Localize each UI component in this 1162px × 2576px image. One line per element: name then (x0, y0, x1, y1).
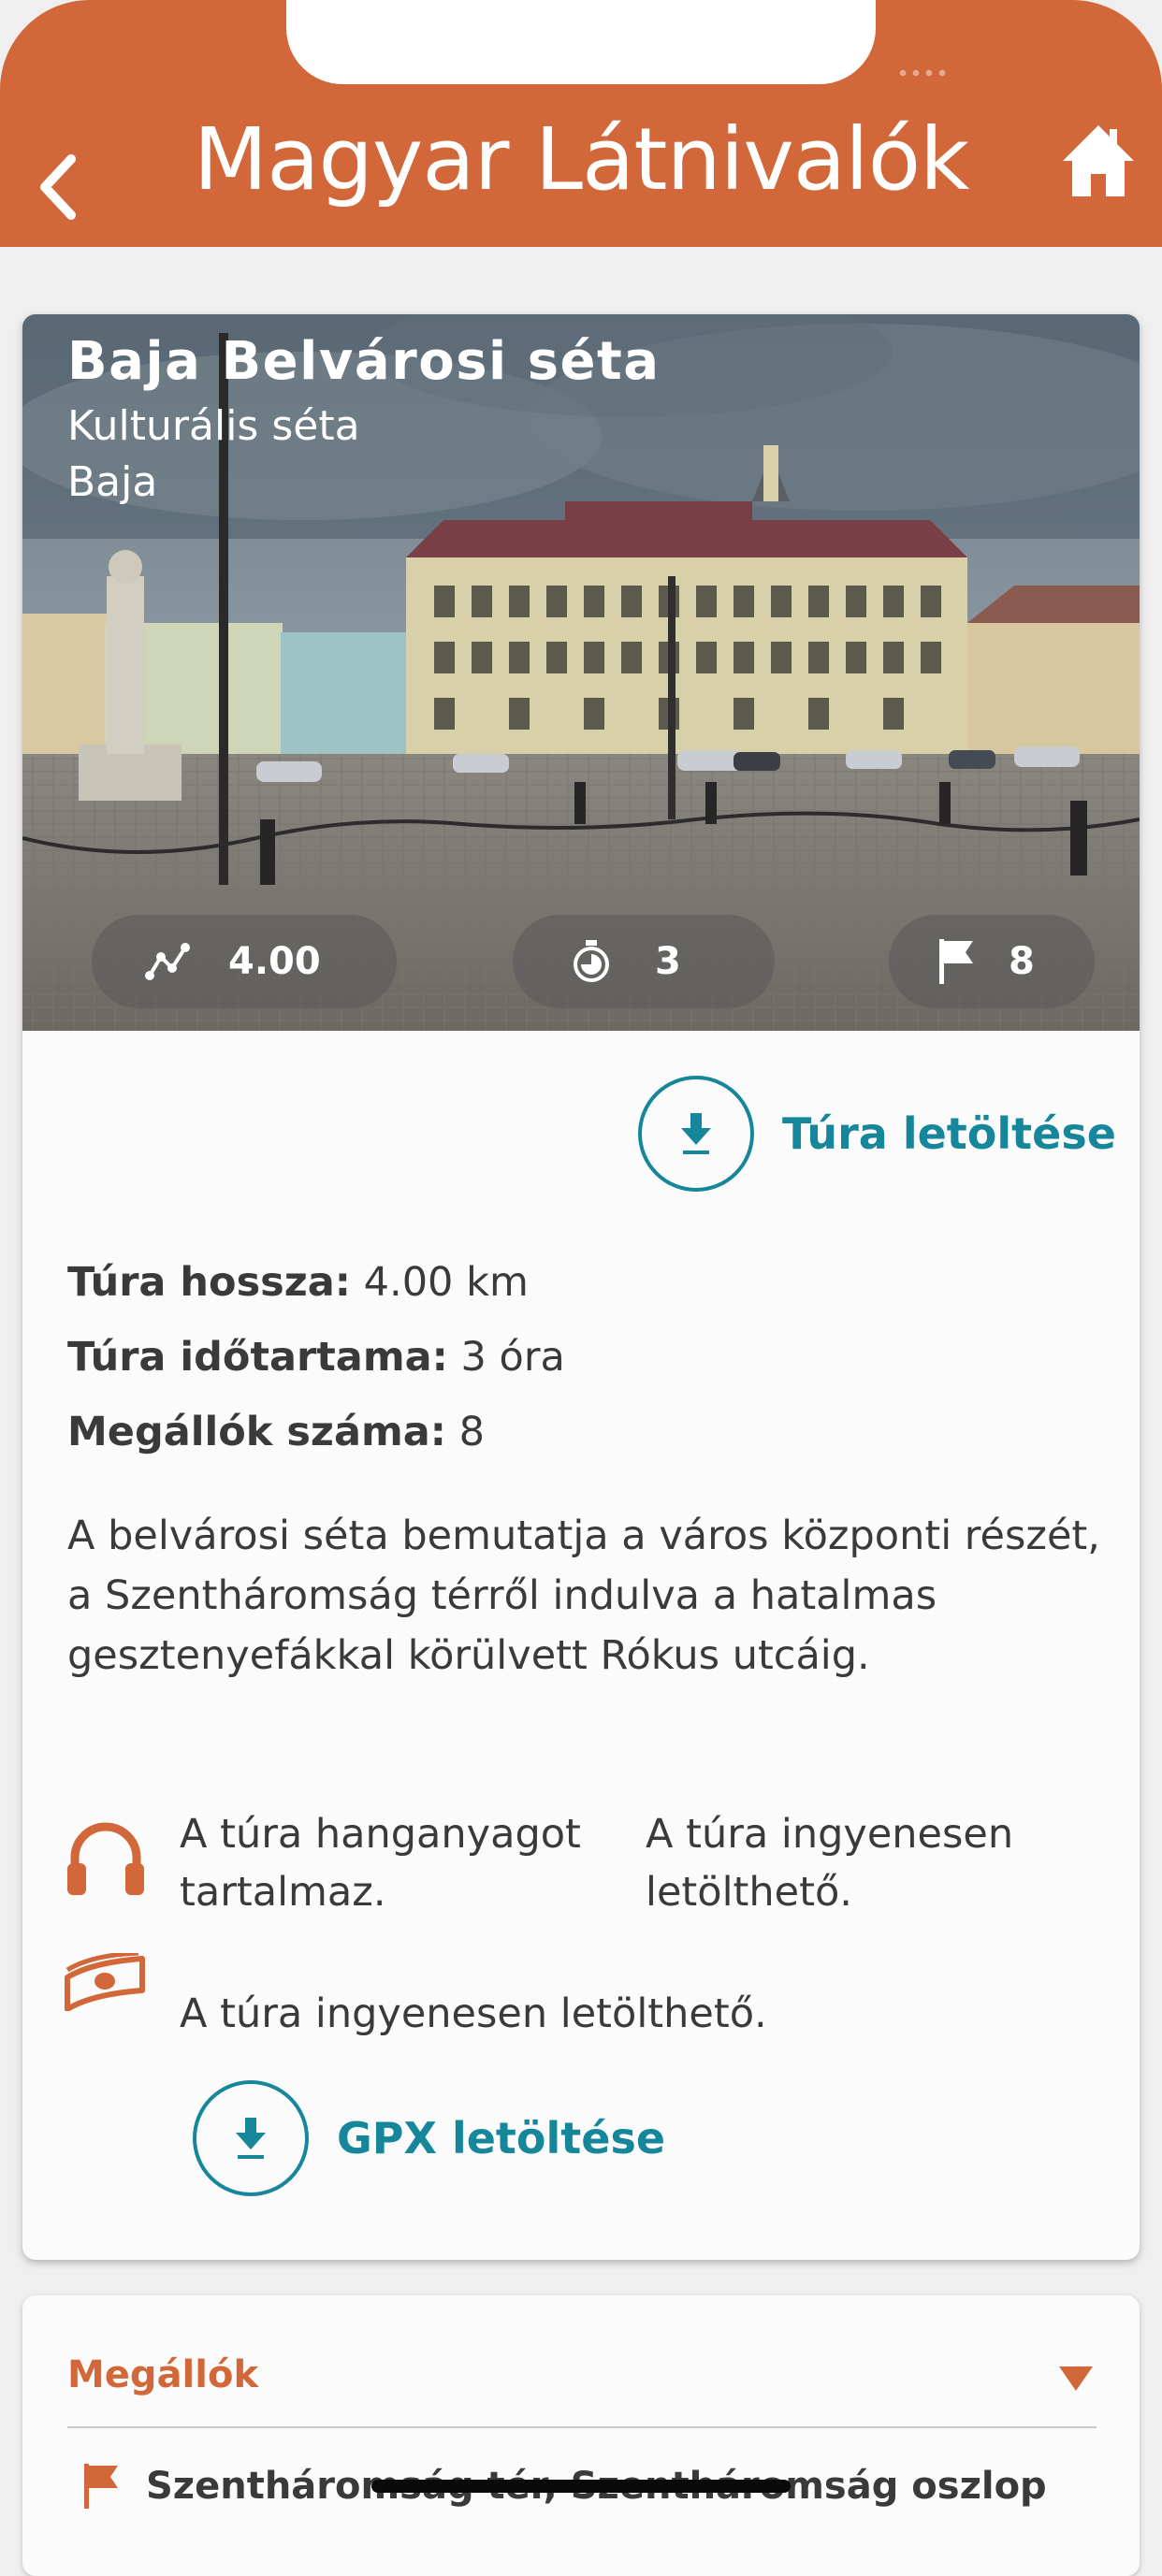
download-tour-button[interactable]: Túra letöltése (638, 1076, 1116, 1192)
chevron-left-icon (40, 154, 76, 220)
tour-category: Kulturális séta (67, 402, 360, 450)
home-indicator (371, 2480, 791, 2493)
distance-value: 4.00 (228, 940, 321, 983)
device-notch (286, 0, 876, 84)
audio-feature-text: A túra hanganyagot tartalmaz. (180, 1811, 581, 1916)
route-icon (145, 943, 190, 980)
duration-badge: 3 (513, 915, 775, 1008)
stops-badge: 8 (889, 915, 1095, 1008)
detail-label: Túra időtartama: (67, 1334, 448, 1381)
back-button[interactable] (32, 150, 88, 224)
tour-card: Baja Belvárosi séta Kulturális séta Baja… (22, 314, 1140, 2260)
free-feature-text: A túra ingyenesen letölthető. (180, 1990, 767, 2037)
detail-value: 3 óra (460, 1334, 565, 1381)
distance-badge: 4.00 (92, 915, 397, 1008)
app-header: Magyar Látnivalók (0, 0, 1162, 247)
app-title: Magyar Látnivalók (193, 109, 970, 210)
detail-value: 8 (458, 1409, 486, 1455)
download-gpx-label[interactable]: GPX letöltése (337, 2113, 665, 2164)
stops-count-value: 8 (1009, 940, 1035, 983)
stopwatch-icon (574, 940, 609, 982)
download-gpx-button[interactable]: GPX letöltése (193, 2080, 665, 2196)
duration-value: 3 (655, 940, 681, 983)
download-icon (681, 1113, 711, 1154)
detail-stops: Megállók száma: 8 (67, 1409, 485, 1455)
detail-label: Megállók száma: (67, 1409, 446, 1455)
notch-indicator (896, 69, 951, 77)
free-feature-side-text: A túra ingyenesen letölthető. (646, 1811, 1014, 1916)
divider (67, 2426, 1097, 2428)
tour-description: A belvárosi séta bemutatja a város közpo… (67, 1512, 1100, 1679)
download-tour-label[interactable]: Túra letöltése (782, 1108, 1116, 1159)
detail-label: Túra hossza: (67, 1259, 351, 1306)
money-icon (65, 1953, 145, 2011)
home-icon (1063, 125, 1134, 196)
tour-title: Baja Belvárosi séta (67, 331, 661, 392)
detail-value: 4.00 km (363, 1259, 529, 1306)
home-button[interactable] (1059, 122, 1138, 200)
flag-icon (84, 2464, 118, 2509)
detail-distance: Túra hossza: 4.00 km (67, 1259, 529, 1306)
tour-city: Baja (67, 458, 158, 506)
flag-icon (939, 939, 973, 984)
stops-section[interactable]: Megállók Szentháromság tér, Szentháromsá… (22, 2295, 1140, 2576)
headphones-icon (67, 1822, 144, 1895)
download-circle[interactable] (638, 1076, 754, 1192)
chevron-down-icon[interactable] (1057, 2365, 1095, 2393)
stops-title[interactable]: Megállók (67, 2353, 258, 2396)
download-icon (236, 2118, 266, 2159)
gpx-download-circle[interactable] (193, 2080, 309, 2196)
detail-duration: Túra időtartama: 3 óra (67, 1334, 565, 1381)
tour-hero-image: Baja Belvárosi séta Kulturális séta Baja… (22, 314, 1140, 1031)
